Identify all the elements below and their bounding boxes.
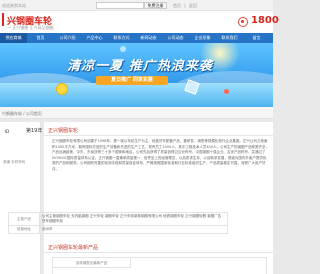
- table-row: 主营产品 公司主营钢圈车轮 无内胎钢圈 正兴车轮 钢圈车轮 正兴车轮新款钢圈有限…: [8, 212, 228, 226]
- nav-item-mall[interactable]: 供应商城: [0, 33, 27, 43]
- breadcrumb-bar: 兴钢圈车轮 / 公司首页: [0, 107, 273, 119]
- table-cell-label: 经营地址: [8, 225, 40, 234]
- top-links[interactable]: 首页 | 返回: [173, 3, 197, 9]
- banner-ribbon: 夏日推广 同享实惠: [96, 76, 168, 85]
- brand-subtitle: 一 正兴钢圈 正兴高品钢圈: [7, 25, 54, 30]
- banner-bubble: [224, 89, 229, 94]
- sidebar-rank-value: 第19年: [26, 128, 43, 134]
- logo-mark: [2, 13, 4, 26]
- phone-icon: [238, 17, 248, 27]
- banner-bubble: [120, 46, 126, 52]
- main-nav: 供应商城 首页 公司介绍 产品中心 联系方式 新闻动态 公司动态 企业形象 联系…: [0, 33, 273, 43]
- lemon-icon: [56, 83, 68, 95]
- register-button[interactable]: 免费注册: [144, 2, 167, 9]
- banner-water: [0, 83, 273, 107]
- products-table: 该商铺暂无最新产品: [52, 257, 267, 274]
- table-row: 经营地址 沧州市: [8, 225, 228, 234]
- info-table: 主营产品 公司主营钢圈车轮 无内胎钢圈 正兴车轮 钢圈车轮 正兴车轮新款钢圈有限…: [8, 212, 228, 234]
- products-section-title: 正兴钢圈车轮最新产品: [48, 245, 99, 251]
- nav-item-news[interactable]: 新闻动态: [135, 33, 162, 43]
- nav-item-company-news[interactable]: 公司动态: [162, 33, 189, 43]
- welcome-text: 欢迎来到本站: [2, 3, 26, 8]
- divider: [44, 252, 273, 253]
- nav-item-products[interactable]: 产品中心: [81, 33, 108, 43]
- divider: [44, 135, 273, 136]
- section-title: 正兴钢圈车轮: [48, 128, 79, 134]
- company-intro: 正兴钢圈车轮有限公司创建于1996年，是一家以车轮生产为主，经营货车配套产品，集…: [52, 139, 269, 171]
- nav-item-contact-us[interactable]: 联系我们: [216, 33, 243, 43]
- sidebar-contact[interactable]: 商铺 手机号码: [3, 160, 25, 165]
- phone-number: 1800: [251, 15, 279, 26]
- nav-item-image[interactable]: 企业形象: [189, 33, 216, 43]
- header: 兴钢圈车轮 一 正兴钢圈 正兴高品钢圈 1800: [0, 11, 279, 33]
- nav-item-message[interactable]: 留言: [243, 33, 270, 43]
- nav-item-home[interactable]: 首页: [27, 33, 54, 43]
- table-cell-label: 主营产品: [8, 212, 40, 226]
- search-input[interactable]: [96, 2, 144, 9]
- nav-item-about[interactable]: 公司介绍: [54, 33, 81, 43]
- empty-products-cell: 该商铺暂无最新产品: [53, 258, 131, 268]
- table-cell-value: 公司主营钢圈车轮 无内胎钢圈 正兴车轮 钢圈车轮 正兴车轮新款钢圈有限公司 地铁…: [39, 212, 228, 226]
- sidebar: ID 第19年 商铺 手机号码: [0, 122, 43, 274]
- promo-banner[interactable]: 清凉一夏 推广热浪来袭 夏日推广 同享实惠: [0, 43, 273, 107]
- table-cell-value: 沧州市: [39, 225, 228, 234]
- banner-title: 清凉一夏 推广热浪来袭: [67, 59, 213, 74]
- breadcrumb[interactable]: 兴钢圈车轮 / 公司首页: [2, 111, 42, 117]
- nav-item-contact-info[interactable]: 联系方式: [108, 33, 135, 43]
- sidebar-rank-label: ID: [5, 129, 10, 134]
- top-bar: 欢迎来到本站 免费注册 首页 | 返回: [0, 0, 273, 11]
